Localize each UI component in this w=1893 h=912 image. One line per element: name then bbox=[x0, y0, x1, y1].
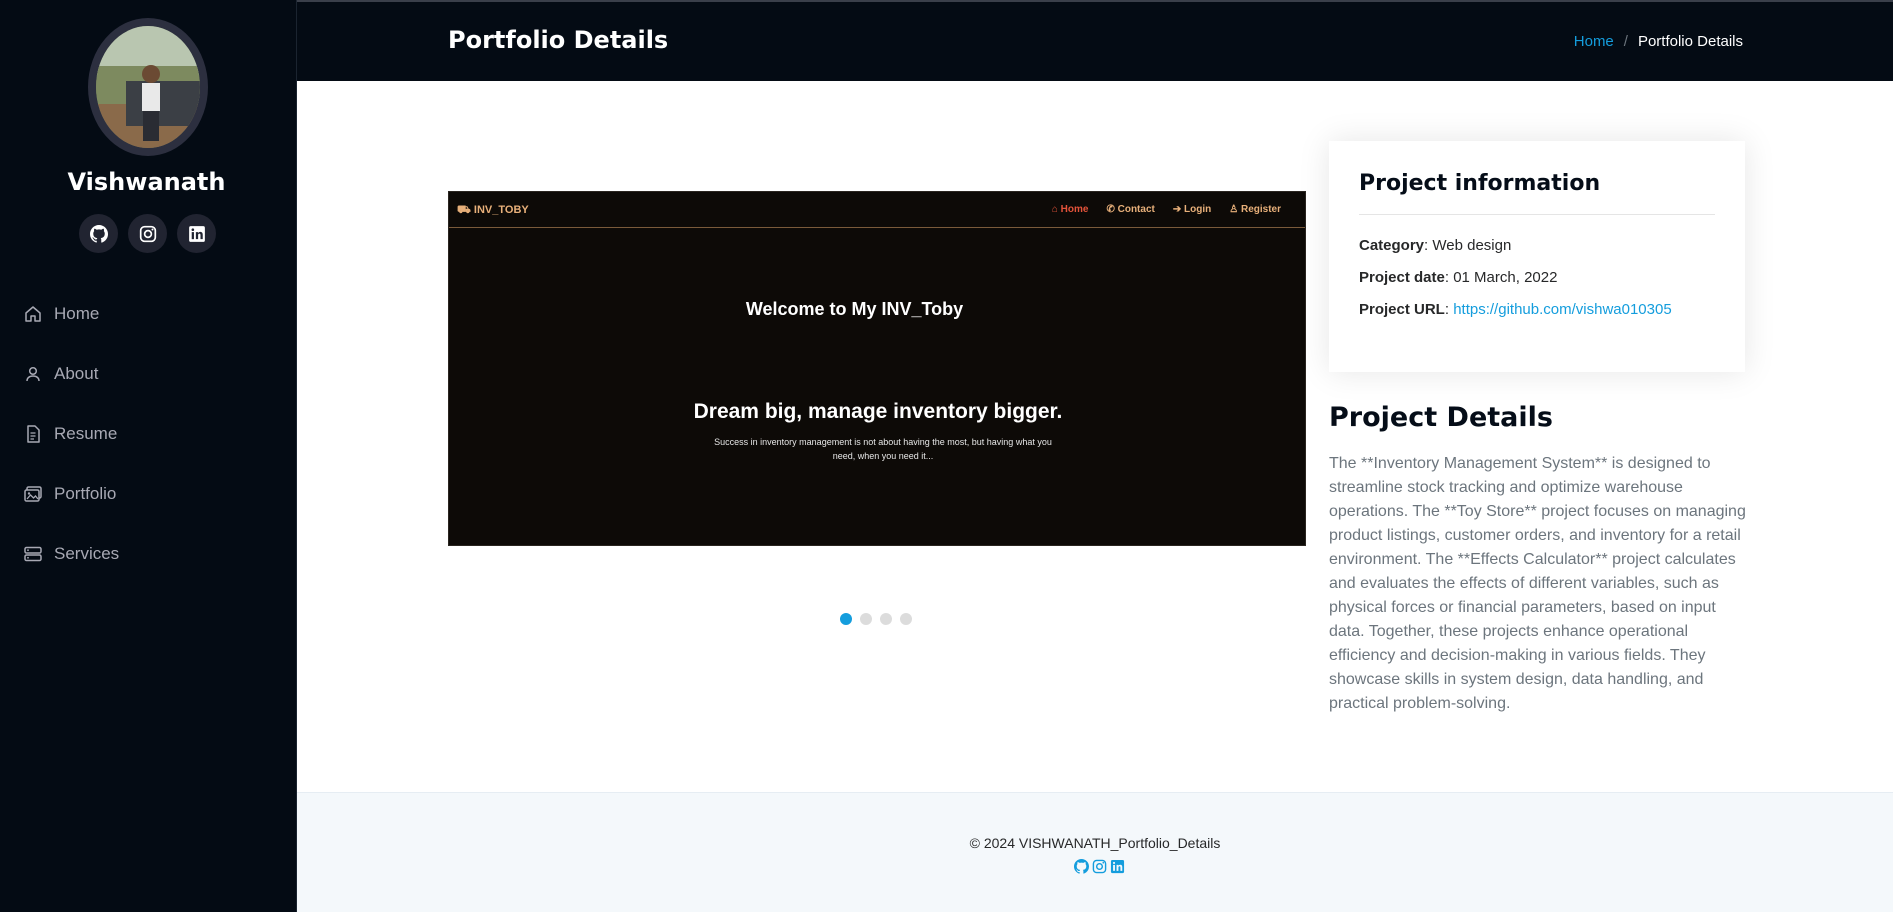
instagram-link[interactable] bbox=[128, 214, 167, 253]
github-icon bbox=[89, 224, 108, 243]
social-links bbox=[79, 214, 216, 253]
slider-dot[interactable] bbox=[860, 613, 872, 625]
home-icon bbox=[22, 303, 44, 325]
instagram-icon bbox=[139, 225, 156, 242]
project-info-card: Project information Category: Web design… bbox=[1329, 141, 1745, 372]
project-details-text: The **Inventory Management System** is d… bbox=[1329, 455, 1746, 712]
project-info-title: Project information bbox=[1359, 171, 1715, 215]
truck-icon: ⛟ bbox=[457, 204, 474, 216]
slider-dot[interactable] bbox=[840, 613, 852, 625]
portfolio-slide-image[interactable]: ⛟ INV_TOBY ⌂ Home ✆ Contact ➔ Login ♙ Re… bbox=[448, 191, 1306, 546]
images-icon bbox=[22, 483, 44, 505]
avatar bbox=[88, 18, 208, 156]
slide-link-contact: ✆ Contact bbox=[1106, 204, 1155, 215]
sidebar-item-home[interactable]: Home bbox=[0, 284, 297, 344]
slide-link-home: ⌂ Home bbox=[1051, 204, 1089, 215]
phone-icon: ✆ bbox=[1106, 204, 1118, 215]
breadcrumb-current: Portfolio Details bbox=[1637, 33, 1743, 50]
linkedin-icon bbox=[188, 225, 205, 242]
sidebar-item-services[interactable]: Services bbox=[0, 524, 297, 584]
project-date: Project date: 01 March, 2022 bbox=[1359, 269, 1558, 286]
github-icon[interactable] bbox=[1074, 859, 1090, 875]
sidebar-nav: Home About Resume Portfolio Services bbox=[0, 284, 297, 584]
file-text-icon bbox=[22, 423, 44, 445]
slider-dot[interactable] bbox=[880, 613, 892, 625]
slide-tagline: Success in inventory management is not a… bbox=[714, 437, 1052, 461]
copyright: © 2024 VISHWANATH_Portfolio_Details bbox=[969, 835, 1221, 851]
slide-link-register: ♙ Register bbox=[1229, 204, 1281, 215]
sidebar-item-resume[interactable]: Resume bbox=[0, 404, 297, 464]
project-details-title: Project Details bbox=[1329, 402, 1553, 433]
footer-social bbox=[1074, 859, 1126, 875]
sidebar-item-portfolio[interactable]: Portfolio bbox=[0, 464, 297, 524]
home-icon: ⌂ bbox=[1051, 204, 1061, 215]
project-url: Project URL: https://github.com/vishwa01… bbox=[1359, 301, 1672, 318]
person-icon bbox=[22, 363, 44, 385]
slide-link-login: ➔ Login bbox=[1172, 204, 1212, 215]
slide-welcome-heading: Welcome to My INV_Toby bbox=[745, 299, 964, 319]
login-icon: ➔ bbox=[1172, 204, 1185, 215]
linkedin-icon[interactable] bbox=[1110, 859, 1126, 875]
sidebar-item-about[interactable]: About bbox=[0, 344, 297, 404]
slide-headline: Dream big, manage inventory bigger. bbox=[693, 400, 1063, 423]
slide-navbar: ⛟ INV_TOBY ⌂ Home ✆ Contact ➔ Login ♙ Re… bbox=[449, 192, 1305, 228]
instagram-icon[interactable] bbox=[1092, 859, 1108, 875]
linkedin-link[interactable] bbox=[177, 214, 216, 253]
profile-name: Vishwanath bbox=[67, 168, 226, 196]
slide-nav-links: ⌂ Home ✆ Contact ➔ Login ♙ Register bbox=[1052, 204, 1281, 215]
sidebar: Vishwanath Home About Resume Portfolio S… bbox=[0, 0, 297, 912]
sidebar-item-label: Services bbox=[54, 544, 120, 563]
breadcrumb-separator: / bbox=[1623, 33, 1628, 50]
slider-pagination bbox=[840, 613, 912, 625]
page-title: Portfolio Details bbox=[448, 26, 669, 54]
breadcrumbs-bar: Portfolio Details Home / Portfolio Detai… bbox=[297, 0, 1893, 81]
slider-dot[interactable] bbox=[900, 613, 912, 625]
sidebar-item-label: About bbox=[54, 364, 99, 383]
user-plus-icon: ♙ bbox=[1229, 204, 1241, 215]
footer: © 2024 VISHWANATH_Portfolio_Details bbox=[297, 792, 1893, 912]
sidebar-item-label: Portfolio bbox=[54, 484, 117, 503]
slide-brand: ⛟ INV_TOBY bbox=[457, 204, 529, 216]
sidebar-item-label: Home bbox=[54, 304, 100, 323]
sidebar-item-label: Resume bbox=[54, 424, 118, 443]
github-link[interactable] bbox=[79, 214, 118, 253]
server-icon bbox=[22, 543, 44, 565]
project-category: Category: Web design bbox=[1359, 237, 1512, 254]
breadcrumb-home-link[interactable]: Home bbox=[1574, 33, 1614, 50]
breadcrumb: Home / Portfolio Details bbox=[1574, 33, 1743, 50]
project-url-link[interactable]: https://github.com/vishwa010305 bbox=[1453, 301, 1671, 318]
